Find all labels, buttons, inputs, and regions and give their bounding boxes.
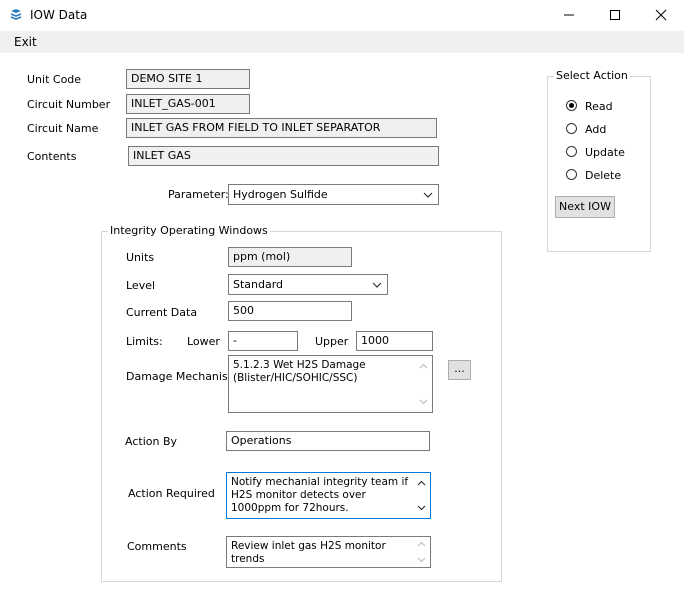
window-title: IOW Data (30, 8, 88, 22)
upper-label: Upper (315, 335, 349, 348)
maximize-button[interactable] (592, 0, 638, 30)
radio-delete-indicator (566, 169, 577, 180)
lower-input[interactable]: - (228, 331, 298, 351)
level-select[interactable]: Standard (228, 274, 388, 295)
next-iow-button[interactable]: Next IOW (555, 196, 615, 218)
current-data-label: Current Data (126, 306, 198, 319)
menu-bar (0, 31, 684, 53)
minimize-button[interactable] (546, 0, 592, 30)
radio-add[interactable]: Add (566, 122, 626, 138)
close-icon (655, 9, 667, 21)
units-label: Units (126, 251, 155, 264)
minimize-icon (564, 14, 574, 16)
parameter-value: Hydrogen Sulfide (233, 188, 328, 201)
parameter-select[interactable]: Hydrogen Sulfide (228, 184, 439, 205)
scroll-up-icon (417, 541, 426, 547)
radio-update-label: Update (585, 146, 625, 159)
radio-read-indicator (566, 100, 577, 111)
menu-exit[interactable]: Exit (14, 35, 37, 49)
scroll-down-icon (419, 399, 428, 405)
damage-mechanism-text: 5.1.2.3 Wet H2S Damage (Blister/HIC/SOHI… (233, 359, 366, 384)
iow-group-label: Integrity Operating Windows (108, 224, 270, 237)
damage-mechanism-label: Damage Mechanism (126, 370, 239, 383)
current-data-input[interactable]: 500 (228, 301, 352, 321)
action-required-scrollbar[interactable] (414, 474, 429, 517)
unit-code-label: Unit Code (27, 73, 82, 86)
circuit-number-field[interactable]: INLET_GAS-001 (126, 94, 250, 114)
damage-scrollbar[interactable] (416, 357, 431, 411)
comments-textarea[interactable]: Review inlet gas H2S monitor trends (226, 536, 431, 568)
unit-code-field[interactable]: DEMO SITE 1 (126, 69, 250, 89)
circuit-name-field[interactable]: INLET GAS FROM FIELD TO INLET SEPARATOR (126, 118, 437, 138)
scroll-up-icon (417, 480, 426, 486)
radio-delete-label: Delete (585, 169, 622, 182)
action-required-label: Action Required (128, 487, 215, 500)
level-value: Standard (233, 278, 284, 291)
maximize-icon (610, 10, 620, 20)
radio-add-label: Add (585, 123, 607, 136)
comments-scrollbar[interactable] (414, 538, 429, 566)
damage-ellipsis-button[interactable]: ... (448, 360, 471, 380)
contents-field[interactable]: INLET GAS (128, 146, 439, 166)
radio-add-indicator (566, 123, 577, 134)
radio-update[interactable]: Update (566, 145, 636, 161)
limits-label: Limits: (126, 335, 163, 348)
select-action-label: Select Action (554, 69, 630, 82)
chevron-down-icon (372, 282, 382, 288)
scroll-up-icon (419, 363, 428, 369)
layers-icon (10, 9, 22, 20)
damage-mechanism-textarea[interactable]: 5.1.2.3 Wet H2S Damage (Blister/HIC/SOHI… (228, 355, 433, 413)
circuit-number-label: Circuit Number (27, 98, 111, 111)
comments-text: Review inlet gas H2S monitor trends (231, 540, 386, 565)
scroll-down-icon (417, 505, 426, 511)
action-by-input[interactable]: Operations (226, 431, 430, 451)
contents-label: Contents (27, 150, 77, 163)
level-label: Level (126, 279, 156, 292)
action-required-text: Notify mechanial integrity team if H2S m… (231, 476, 409, 514)
close-button[interactable] (638, 0, 684, 30)
lower-label: Lower (187, 335, 220, 348)
comments-label: Comments (127, 540, 187, 553)
radio-read-label: Read (585, 100, 613, 113)
upper-input[interactable]: 1000 (356, 331, 433, 351)
scroll-down-icon (417, 557, 426, 563)
units-field[interactable]: ppm (mol) (228, 247, 352, 267)
radio-read[interactable]: Read (566, 99, 626, 115)
chevron-down-icon (423, 192, 433, 198)
action-by-label: Action By (125, 435, 178, 448)
radio-delete[interactable]: Delete (566, 168, 626, 184)
radio-update-indicator (566, 146, 577, 157)
parameter-label: Parameter: (168, 188, 229, 201)
action-required-textarea[interactable]: Notify mechanial integrity team if H2S m… (226, 472, 431, 519)
circuit-name-label: Circuit Name (27, 122, 99, 135)
